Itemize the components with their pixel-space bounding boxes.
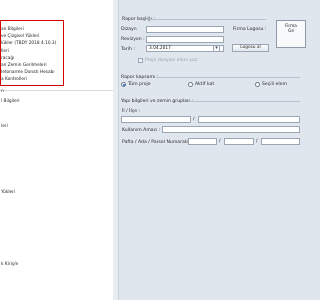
pafta-separator-2: / [256, 139, 258, 144]
tarih-label: Tarih : [121, 47, 135, 52]
firma-logo-preview[interactable]: Firma Ge [276, 20, 306, 48]
ilce-input[interactable] [198, 116, 300, 123]
tree-item[interactable]: racağı [1, 56, 14, 61]
kullanim-amaci-input[interactable] [162, 126, 300, 133]
tree-item[interactable]: n [1, 89, 4, 94]
tree-item[interactable]: Yükleri [1, 190, 15, 195]
revizyon-input[interactable] [146, 36, 224, 43]
pafta-label: Pafta / Ada / Parsel Numaraları : [122, 140, 196, 145]
parsel-input[interactable] [261, 138, 300, 145]
section-line [146, 19, 266, 20]
pafta-input[interactable] [188, 138, 217, 145]
radio-tum-proje-label: Tüm proje [128, 82, 151, 87]
yapi-bilgileri-label: Yapı bilgileri ve zemin grupları : [121, 99, 194, 104]
tree-item[interactable]: an Bilgileri [1, 27, 24, 32]
ada-input[interactable] [224, 138, 254, 145]
radio-tum-proje[interactable] [121, 82, 126, 87]
proje-dosyasi-checkbox[interactable] [138, 58, 143, 63]
tree-item[interactable]: l Bilgileri [1, 99, 20, 104]
tree-item[interactable]: leri [1, 124, 8, 129]
radio-aktif-kat[interactable] [188, 82, 193, 87]
revizyon-label: Revizyon : [121, 37, 145, 42]
dizayn-label: Dizayn [121, 27, 137, 32]
logo-box-line2: Ge [288, 29, 294, 34]
il-ilce-label: İl / İlçe : [122, 109, 141, 114]
section-line [188, 101, 300, 102]
report-settings-panel: Rapor başlığı : Dizayn Firma Logosu : Fi… [118, 0, 306, 300]
radio-secili-label: Seçili elem [262, 82, 287, 87]
divider [0, 90, 113, 91]
rapor-kapsami-label: Rapor kapsamı : [121, 75, 159, 80]
tree-item[interactable]: an Zemin Gerilmeleri [1, 63, 47, 68]
kullanim-amaci-label: Kullanım Amacı : [122, 128, 161, 133]
tree-item[interactable]: lleri [1, 49, 9, 54]
tree-item[interactable]: k Kiriş/e [1, 262, 18, 267]
radio-secili-eleman[interactable] [255, 82, 260, 87]
il-input[interactable] [121, 116, 191, 123]
il-ilce-separator: / [193, 117, 195, 122]
firma-logosu-label: Firma Logosu : [233, 27, 267, 32]
radio-aktif-kat-label: Aktif kat [195, 82, 215, 87]
tree-item[interactable]: a Kontrolleri [1, 77, 27, 82]
report-tree-panel: an Bilgileri ve Çizgisel Yükleri lükler … [0, 0, 114, 300]
proje-checkbox-label: Proje dosyası adını yaz [145, 58, 198, 63]
pafta-separator-1: / [219, 139, 221, 144]
section-line [156, 77, 300, 78]
tree-item[interactable]: lükler (TBDY 2018 4.10.3) [1, 41, 56, 46]
tree-item[interactable]: letonarme Donatı Hesabı [1, 70, 55, 75]
logosu-al-button[interactable]: Logosu al [232, 44, 269, 52]
tree-item[interactable]: ve Çizgisel Yükleri [1, 34, 40, 39]
dizayn-input[interactable] [146, 26, 224, 33]
calendar-dropdown-icon[interactable]: ▾ [213, 45, 220, 52]
